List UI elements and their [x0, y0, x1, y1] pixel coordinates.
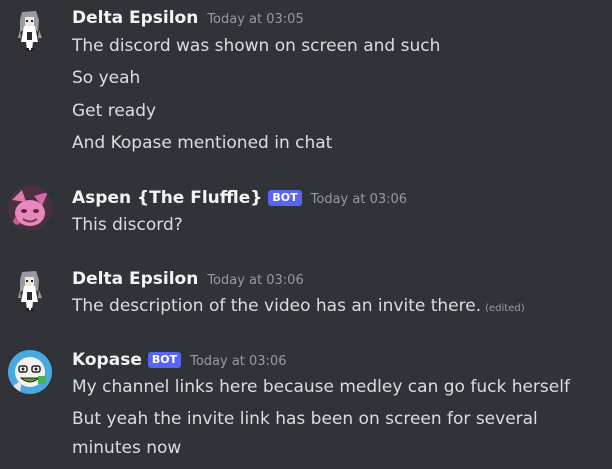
- message-text: minutes now: [72, 438, 182, 458]
- message-header: Delta Epsilon Today at 03:05: [72, 8, 304, 28]
- message-header: Kopase BOT Today at 03:06: [72, 350, 286, 370]
- message-text: So yeah: [72, 68, 141, 88]
- message-text: And Kopase mentioned in chat: [72, 133, 333, 153]
- username[interactable]: Delta Epsilon: [72, 269, 198, 289]
- anime-girl-avatar-icon: [18, 11, 42, 51]
- timestamp[interactable]: Today at 03:06: [190, 354, 286, 369]
- bot-badge: BOT: [147, 352, 182, 368]
- message-header: Delta Epsilon Today at 03:06: [72, 269, 304, 289]
- username[interactable]: Kopase: [72, 350, 142, 370]
- bot-badge: BOT: [268, 190, 302, 206]
- message-text: The discord was shown on screen and such: [72, 36, 441, 56]
- pink-fox-avatar-icon: [8, 186, 52, 230]
- user-avatar[interactable]: [8, 8, 52, 52]
- message-text: My channel links here because medley can…: [72, 377, 570, 397]
- user-avatar[interactable]: [8, 186, 52, 230]
- message-text: The description of the video has an invi…: [72, 296, 525, 316]
- cartoon-face-avatar-icon: [8, 350, 52, 394]
- edited-label: (edited): [485, 303, 525, 314]
- user-avatar[interactable]: [8, 268, 52, 312]
- timestamp[interactable]: Today at 03:05: [207, 12, 303, 27]
- timestamp[interactable]: Today at 03:06: [311, 192, 407, 207]
- message-text-content: The description of the video has an invi…: [72, 296, 482, 316]
- message-header: Aspen {The Fluffle} BOT Today at 03:06: [72, 188, 407, 208]
- username[interactable]: Aspen {The Fluffle}: [72, 188, 262, 208]
- anime-girl-avatar-icon: [18, 271, 42, 311]
- message-text: But yeah the invite link has been on scr…: [72, 409, 538, 429]
- username[interactable]: Delta Epsilon: [72, 8, 198, 28]
- timestamp[interactable]: Today at 03:06: [207, 273, 303, 288]
- user-avatar[interactable]: [8, 350, 52, 394]
- message-text: This discord?: [72, 215, 183, 235]
- message-text: Get ready: [72, 101, 157, 121]
